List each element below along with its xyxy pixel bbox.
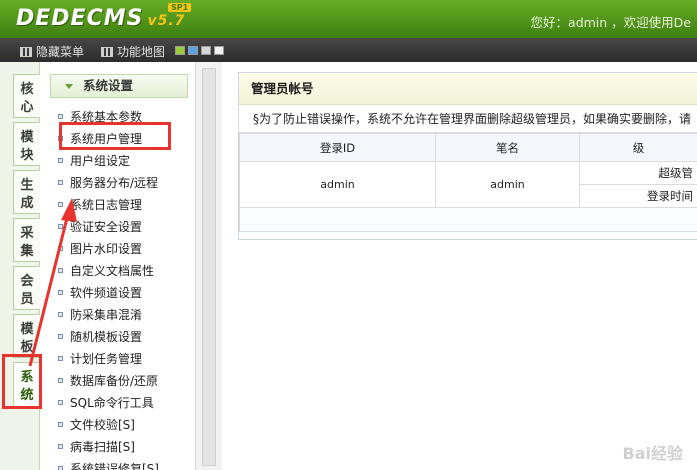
arrow-head (61, 198, 77, 222)
arrow-shaft (28, 209, 71, 367)
annotation-arrow (28, 198, 77, 367)
baidu-watermark: Bai经验 (622, 444, 683, 463)
